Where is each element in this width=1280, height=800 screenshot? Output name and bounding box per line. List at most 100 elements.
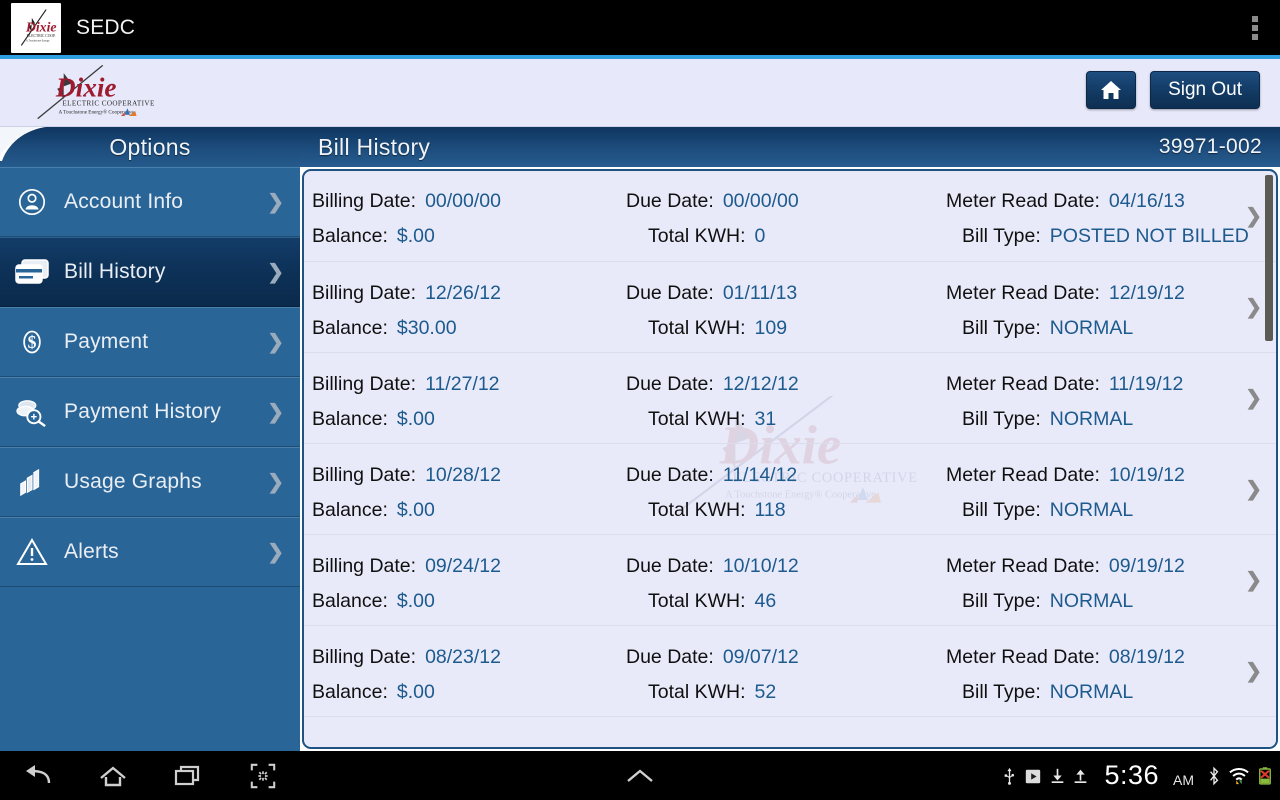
app-screen: Dixie ELECTRIC COOP. A Touchstone Energy… bbox=[0, 0, 1280, 800]
play-store-icon bbox=[1026, 769, 1041, 783]
meter-read-date-value: 12/19/12 bbox=[1108, 282, 1185, 304]
scrollbar[interactable] bbox=[1265, 175, 1273, 747]
coins-search-icon bbox=[0, 397, 64, 427]
home-button[interactable] bbox=[1086, 71, 1137, 109]
sidebar-item-alerts[interactable]: Alerts ❯ bbox=[0, 517, 300, 587]
bill-type-value: NORMAL bbox=[1049, 408, 1134, 430]
meter-read-date-value: 04/16/13 bbox=[1108, 190, 1185, 212]
chevron-right-icon: ❯ bbox=[267, 401, 284, 424]
sign-out-button[interactable]: Sign Out bbox=[1150, 71, 1260, 109]
meter-read-date-value: 10/19/12 bbox=[1108, 464, 1185, 486]
total-kwh-label: Total KWH: bbox=[648, 225, 746, 247]
dixie-app-logo-icon: Dixie ELECTRIC COOP. A Touchstone Energy bbox=[20, 8, 57, 46]
total-kwh-label: Total KWH: bbox=[648, 590, 746, 612]
balance-value: $30.00 bbox=[396, 317, 457, 339]
meter-read-date-label: Meter Read Date: bbox=[946, 373, 1100, 395]
expand-statusbar-button[interactable] bbox=[613, 751, 667, 800]
meter-read-date-label: Meter Read Date: bbox=[946, 282, 1100, 304]
billing-date-label: Billing Date: bbox=[312, 373, 417, 395]
bill-type-value: NORMAL bbox=[1049, 317, 1134, 339]
bill-type-value: NORMAL bbox=[1049, 681, 1134, 703]
content-panel: Bill History 39971-002 Dixie ELECTRIC CO… bbox=[300, 127, 1280, 751]
app-header: Dixie ELECTRIC COOPERATIVE A Touchstone … bbox=[0, 59, 1280, 127]
chevron-right-icon: ❯ bbox=[1245, 660, 1262, 683]
due-date-value: 00/00/00 bbox=[722, 190, 799, 212]
due-date-value: 12/12/12 bbox=[722, 373, 799, 395]
clock-ampm: AM bbox=[1173, 771, 1194, 788]
balance-value: $.00 bbox=[396, 499, 435, 521]
table-row[interactable]: Billing Date: 00/00/00 Due Date: 00/00/00 … bbox=[304, 171, 1276, 262]
status-icons[interactable]: 5:36 AM bbox=[1003, 751, 1272, 800]
due-date-value: 01/11/13 bbox=[722, 282, 798, 304]
table-row[interactable]: Billing Date: 12/26/12 Due Date: 01/11/13 … bbox=[304, 262, 1276, 353]
meter-read-date-label: Meter Read Date: bbox=[946, 190, 1100, 212]
header-actions: Sign Out bbox=[1086, 71, 1260, 109]
chevron-right-icon: ❯ bbox=[1245, 478, 1262, 501]
page-title: Bill History bbox=[318, 133, 431, 160]
svg-text:ELECTRIC COOP.: ELECTRIC COOP. bbox=[27, 34, 56, 38]
recent-apps-button[interactable] bbox=[150, 751, 225, 800]
due-date-value: 11/14/12 bbox=[722, 464, 798, 486]
overflow-menu-icon[interactable] bbox=[1252, 16, 1258, 40]
app-icon: Dixie ELECTRIC COOP. A Touchstone Energy bbox=[11, 2, 61, 53]
chevron-right-icon: ❯ bbox=[1245, 296, 1262, 319]
bill-history-list[interactable]: Dixie ELECTRIC COOPERATIVE A Touchstone … bbox=[302, 169, 1278, 749]
balance-label: Balance: bbox=[312, 317, 388, 339]
bill-type-value: NORMAL bbox=[1049, 590, 1134, 612]
bill-type-label: Bill Type: bbox=[962, 681, 1041, 703]
billing-date-value: 10/28/12 bbox=[425, 464, 501, 486]
billing-date-value: 12/26/12 bbox=[425, 282, 501, 304]
total-kwh-value: 118 bbox=[754, 499, 786, 521]
total-kwh-value: 0 bbox=[754, 225, 766, 247]
nav-buttons bbox=[0, 751, 300, 800]
svg-text:A Touchstone Energy: A Touchstone Energy bbox=[26, 39, 50, 42]
billing-date-label: Billing Date: bbox=[312, 190, 417, 212]
balance-label: Balance: bbox=[312, 590, 388, 612]
due-date-label: Due Date: bbox=[626, 555, 714, 577]
bill-type-label: Bill Type: bbox=[962, 590, 1041, 612]
recent-apps-icon bbox=[174, 765, 199, 785]
due-date-label: Due Date: bbox=[626, 464, 714, 486]
meter-read-date-label: Meter Read Date: bbox=[946, 646, 1100, 668]
bill-type-value: POSTED NOT BILLED bbox=[1049, 225, 1249, 247]
table-row[interactable]: Billing Date: 10/28/12 Due Date: 11/14/12 … bbox=[304, 444, 1276, 535]
system-status-bar: Dixie ELECTRIC COOP. A Touchstone Energy… bbox=[0, 0, 1280, 55]
home-button[interactable] bbox=[75, 751, 150, 800]
clock-time: 5:36 bbox=[1104, 760, 1159, 790]
billing-date-label: Billing Date: bbox=[312, 282, 417, 304]
meter-read-date-label: Meter Read Date: bbox=[946, 555, 1100, 577]
balance-value: $.00 bbox=[396, 590, 435, 612]
due-date-label: Due Date: bbox=[626, 282, 714, 304]
sidebar-item-label: Usage Graphs bbox=[64, 470, 202, 493]
sidebar-item-usage-graphs[interactable]: Usage Graphs ❯ bbox=[0, 447, 300, 517]
billing-date-label: Billing Date: bbox=[312, 646, 417, 668]
back-button[interactable] bbox=[0, 751, 75, 800]
warning-triangle-icon bbox=[0, 537, 64, 567]
chevron-right-icon: ❯ bbox=[267, 191, 284, 214]
download-icon bbox=[1052, 768, 1064, 783]
sidebar-item-payment[interactable]: $ Payment ❯ bbox=[0, 307, 300, 377]
screenshot-button[interactable] bbox=[225, 751, 300, 800]
bill-type-label: Bill Type: bbox=[962, 408, 1041, 430]
sidebar-item-payment-history[interactable]: Payment History ❯ bbox=[0, 377, 300, 447]
svg-text:$: $ bbox=[28, 332, 37, 352]
sidebar-item-bill-history[interactable]: Bill History ❯ bbox=[0, 237, 300, 307]
person-circle-icon bbox=[0, 187, 64, 217]
table-row[interactable]: Billing Date: 09/24/12 Due Date: 10/10/12 … bbox=[304, 535, 1276, 626]
meter-read-date-value: 09/19/12 bbox=[1108, 555, 1185, 577]
balance-value: $.00 bbox=[396, 408, 435, 430]
billing-date-label: Billing Date: bbox=[312, 464, 417, 486]
total-kwh-value: 46 bbox=[754, 590, 777, 612]
table-row[interactable]: Billing Date: 08/23/12 Due Date: 09/07/12 … bbox=[304, 626, 1276, 717]
chevron-right-icon: ❯ bbox=[267, 471, 284, 494]
app-body: Options Account Info ❯ Bill History ❯ $ … bbox=[0, 127, 1280, 751]
bill-type-label: Bill Type: bbox=[962, 225, 1041, 247]
due-date-label: Due Date: bbox=[626, 646, 714, 668]
meter-read-date-value: 11/19/12 bbox=[1108, 373, 1184, 395]
upload-icon bbox=[1075, 769, 1087, 783]
svg-text:Dixie: Dixie bbox=[25, 19, 57, 34]
table-row[interactable]: Billing Date: 11/27/12 Due Date: 12/12/12 … bbox=[304, 353, 1276, 444]
sidebar-item-account-info[interactable]: Account Info ❯ bbox=[0, 167, 300, 237]
scrollbar-thumb[interactable] bbox=[1265, 175, 1273, 341]
total-kwh-value: 109 bbox=[754, 317, 788, 339]
